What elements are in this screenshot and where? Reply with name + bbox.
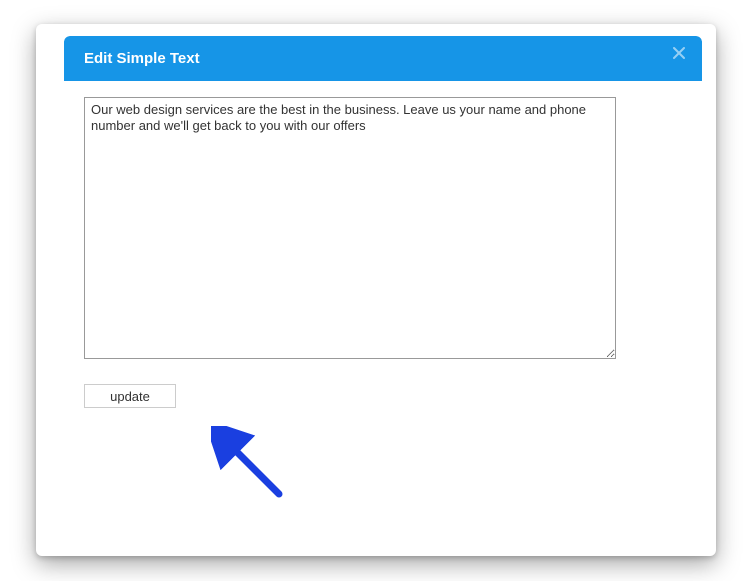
modal-dialog: Edit Simple Text update bbox=[64, 36, 702, 536]
close-icon[interactable] bbox=[672, 46, 688, 62]
modal-wrapper: Edit Simple Text update bbox=[36, 24, 716, 556]
content-textarea[interactable] bbox=[84, 97, 616, 359]
update-button[interactable]: update bbox=[84, 384, 176, 408]
modal-header: Edit Simple Text bbox=[64, 36, 702, 81]
modal-body: update bbox=[64, 81, 702, 428]
modal-title: Edit Simple Text bbox=[84, 50, 200, 67]
